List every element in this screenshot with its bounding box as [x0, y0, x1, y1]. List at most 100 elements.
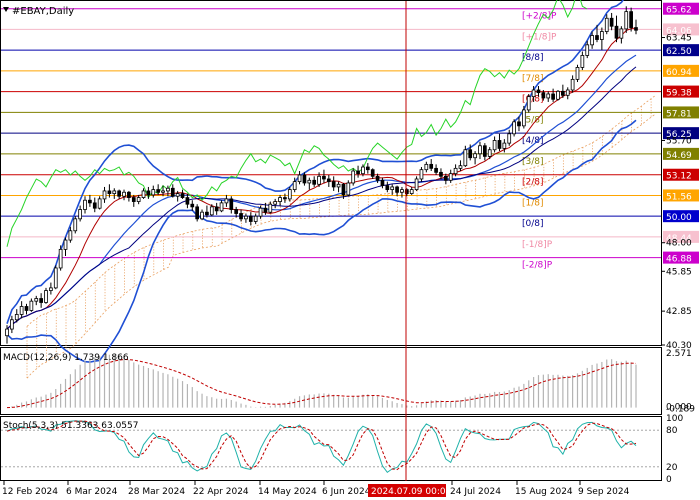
candle-body [424, 163, 429, 171]
candle-body [63, 239, 68, 250]
candle-body [112, 190, 117, 194]
candle-body [39, 298, 43, 303]
candle-body [97, 198, 102, 209]
candle-body [283, 197, 287, 200]
price-tag-text: 60.94 [666, 68, 692, 78]
candle-body [209, 206, 214, 216]
candle-body [541, 92, 546, 99]
candle-body [365, 166, 370, 171]
candle-body [497, 140, 502, 149]
candle-body [127, 191, 131, 198]
candle-body [522, 109, 526, 127]
price-tag-text: 46.88 [666, 255, 692, 265]
candle-body [49, 287, 53, 291]
stoch-axis-label: 0 [666, 475, 672, 485]
candle-body [175, 193, 180, 197]
candle-body [385, 185, 390, 191]
candle [575, 64, 580, 83]
candle-body [107, 190, 112, 194]
candle-body [122, 191, 126, 197]
murrey-label: [-1/8]P [522, 240, 553, 250]
candle-body [185, 197, 190, 205]
candle-body [156, 189, 161, 193]
x-axis-label: 9 Sep 2024 [578, 487, 630, 497]
candle-body [380, 179, 385, 187]
candle-body [390, 186, 395, 191]
x-axis-label: 22 Apr 2024 [193, 487, 249, 497]
candle-body [58, 248, 63, 269]
candle-body [361, 166, 365, 175]
candle-body [370, 169, 375, 177]
candle-body [414, 178, 419, 191]
candle-body [492, 140, 497, 151]
candle-body [78, 209, 82, 220]
candle-body [595, 35, 599, 40]
candle-body [580, 55, 585, 68]
candle-body [166, 187, 170, 192]
candle [346, 180, 351, 197]
candle-body [19, 306, 24, 315]
candle-body [219, 202, 224, 212]
candle-body [395, 186, 399, 193]
candle-body [268, 203, 273, 213]
x-axis-label: 28 Mar 2024 [128, 487, 185, 497]
candle-body [161, 190, 165, 193]
candle-body [88, 199, 92, 204]
x-axis-label: 14 May 2024 [258, 487, 317, 497]
candle-body [229, 198, 234, 210]
price-tick-label: 48.00 [666, 239, 692, 249]
murrey-label: [1/8] [522, 198, 544, 208]
candle-body [53, 267, 58, 289]
candle-body [234, 209, 239, 214]
candle-body [409, 189, 414, 194]
candle-body [478, 145, 482, 155]
price-tick-label: 42.85 [666, 307, 692, 317]
date-tag-text: 2024.07.09 00:00 [371, 487, 452, 497]
candle-body [517, 121, 521, 127]
candle [556, 89, 560, 101]
candle-body [600, 31, 604, 40]
candle-body [322, 175, 326, 180]
candle-body [14, 314, 19, 321]
candle-body [331, 181, 336, 188]
price-tag-text: 51.56 [666, 192, 692, 202]
candle-body [200, 211, 204, 220]
x-axis-label: 15 Aug 2024 [515, 487, 573, 497]
candle-body [609, 17, 614, 27]
candle-body [375, 175, 380, 181]
candle-body [400, 189, 404, 193]
candle-body [214, 206, 219, 212]
x-axis-label: 24 Jul 2024 [450, 487, 501, 497]
candle [351, 168, 356, 186]
candle-body [92, 202, 97, 209]
candle-body [439, 171, 443, 177]
macd-axis-label: 2.571 [666, 349, 692, 359]
murrey-label: [-2/8]P [522, 261, 553, 271]
stoch-axis-label: 20 [666, 463, 678, 473]
candle-body [44, 290, 48, 303]
murrey-label: [2/8] [522, 178, 544, 188]
price-tag-text: 50.00 [666, 213, 692, 223]
candle-body [443, 175, 448, 181]
candle-body [287, 189, 292, 200]
candle-body [68, 230, 73, 241]
price-tick-label: 45.85 [666, 267, 692, 277]
candle-body [151, 189, 156, 196]
candle-body [351, 170, 356, 184]
chart-title-text: #EBAY,Daily [12, 6, 74, 17]
candle-body [590, 35, 594, 46]
candle-body [131, 197, 136, 202]
price-tag-text: 53.12 [666, 172, 692, 182]
candle-body [302, 174, 307, 184]
stoch-axis-label: 80 [666, 426, 678, 436]
candle-body [619, 28, 624, 39]
price-tick-label: 55.70 [666, 136, 692, 146]
candle-body [244, 215, 248, 220]
candle-body [604, 17, 609, 32]
ebay-daily-chart: [+2/8]P[+1/8]P[8/8][7/8][6/8][5/8][4/8][… [0, 0, 700, 500]
candle-body [419, 169, 424, 180]
candle-body [224, 198, 229, 204]
candle-body [10, 319, 14, 330]
candle [73, 216, 78, 234]
candle-body [312, 179, 317, 185]
